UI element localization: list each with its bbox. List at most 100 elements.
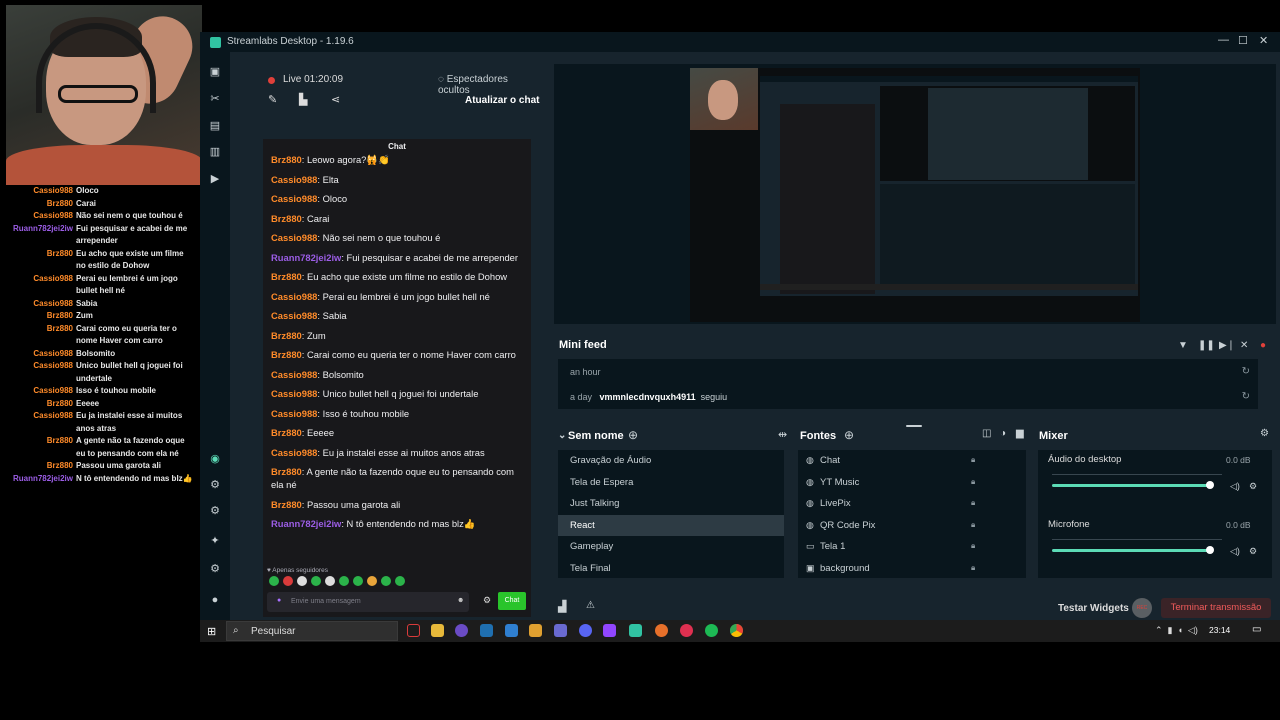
mute-icon[interactable]: ✕: [1240, 340, 1248, 351]
add-source-icon[interactable]: ⊕: [844, 428, 854, 442]
chat-settings-icon[interactable]: ⚙: [483, 595, 491, 606]
channel-settings-icon[interactable]: ⚙: [1249, 546, 1257, 557]
selective-recording-icon[interactable]: ◑: [1000, 428, 1006, 439]
scene-item[interactable]: Tela de Espera: [558, 472, 784, 493]
emote-icon[interactable]: [297, 576, 307, 586]
system-tray[interactable]: ⌃ ▮ ◖ ◁): [1155, 625, 1198, 636]
channel-settings-icon[interactable]: ⚙: [1249, 481, 1257, 492]
chevron-down-icon[interactable]: ⌄: [558, 430, 566, 441]
emote-icon[interactable]: [381, 576, 391, 586]
chat-username[interactable]: Brz880: [271, 349, 302, 360]
emote-icon[interactable]: [395, 576, 405, 586]
record-button[interactable]: REC: [1132, 598, 1152, 618]
source-item[interactable]: ▭ Tela 1 🔒︎: [806, 541, 986, 562]
scene-item[interactable]: Just Talking: [558, 493, 784, 514]
app-icon[interactable]: [680, 624, 693, 637]
emote-icon[interactable]: [367, 576, 377, 586]
emote-icon[interactable]: [283, 576, 293, 586]
theme-icon[interactable]: ◉: [208, 452, 222, 466]
emote-icon[interactable]: [353, 576, 363, 586]
streamlabs-icon[interactable]: [629, 624, 642, 637]
chat-username[interactable]: Brz880: [271, 271, 302, 282]
volume-slider-handle[interactable]: [1205, 546, 1214, 554]
widget-icon[interactable]: ⚙: [208, 504, 222, 518]
edit-icon[interactable]: ✎: [268, 93, 277, 106]
chrome-icon[interactable]: [730, 624, 743, 637]
chat-username[interactable]: Brz880: [271, 466, 302, 477]
notifications-icon[interactable]: ▭: [1252, 624, 1261, 635]
performance-alert-icon[interactable]: ⚠: [586, 600, 595, 611]
source-item[interactable]: ◍ LivePix 🔒︎: [806, 498, 986, 519]
volume-slider-handle[interactable]: [1205, 481, 1214, 489]
taskbar-clock[interactable]: 23:14: [1209, 625, 1230, 635]
plugin-icon[interactable]: ⚙: [208, 478, 222, 492]
chat-username[interactable]: Cassio988: [271, 388, 317, 399]
chat-username[interactable]: Cassio988: [271, 291, 317, 302]
app-icon[interactable]: [407, 624, 420, 637]
emote-icon[interactable]: [325, 576, 335, 586]
chat-username[interactable]: Cassio988: [271, 369, 317, 380]
chat-username[interactable]: Cassio988: [271, 174, 317, 185]
steam-icon[interactable]: [480, 624, 493, 637]
emote-icon[interactable]: [311, 576, 321, 586]
scene-item[interactable]: Gameplay: [558, 536, 784, 557]
mixer-settings-icon[interactable]: ⚙: [1260, 428, 1269, 439]
windows-start-icon[interactable]: ⊞: [207, 625, 216, 638]
stats-icon[interactable]: ▟: [558, 600, 566, 613]
scene-transition-icon[interactable]: ⇹: [778, 428, 787, 441]
scene-collection-title[interactable]: Sem nome: [568, 430, 624, 442]
chat-username[interactable]: Brz880: [271, 330, 302, 341]
close-button[interactable]: ✕: [1259, 34, 1268, 47]
test-widgets-button[interactable]: Testar Widgets: [1058, 603, 1129, 614]
window-icon[interactable]: ▣: [208, 65, 222, 79]
account-icon[interactable]: ●: [208, 593, 222, 607]
emote-icon[interactable]: [269, 576, 279, 586]
lock-icon[interactable]: 🔒︎: [971, 477, 975, 487]
app-icon[interactable]: [505, 624, 518, 637]
refresh-chat-button[interactable]: Atualizar o chat: [465, 95, 539, 106]
twitch-icon[interactable]: [603, 624, 616, 637]
stream-preview[interactable]: [554, 64, 1276, 324]
share-icon[interactable]: ⋖: [331, 93, 340, 106]
film-icon[interactable]: ▙: [299, 93, 307, 106]
filter-icon[interactable]: ▼: [1178, 340, 1188, 351]
emote-picker-icon[interactable]: ☻: [457, 597, 464, 604]
scene-item[interactable]: React: [558, 514, 784, 536]
file-explorer-icon[interactable]: [431, 624, 444, 637]
speaker-icon[interactable]: ◁): [1230, 481, 1240, 492]
app-icon[interactable]: [455, 624, 468, 637]
chat-username[interactable]: Brz880: [271, 154, 302, 165]
firefox-icon[interactable]: [655, 624, 668, 637]
chat-username[interactable]: Ruann782jei2iw: [271, 252, 341, 263]
chat-username[interactable]: Cassio988: [271, 447, 317, 458]
source-item[interactable]: ▣ background 🔒︎: [806, 563, 986, 584]
add-scene-icon[interactable]: ⊕: [628, 428, 638, 442]
spotify-icon[interactable]: [705, 624, 718, 637]
chat-username[interactable]: Cassio988: [271, 232, 317, 243]
volume-slider[interactable]: [1052, 484, 1210, 487]
magic-icon[interactable]: ✦: [208, 534, 222, 548]
volume-slider[interactable]: [1052, 549, 1210, 552]
play-icon[interactable]: ▶: [208, 172, 222, 186]
folder-icon[interactable]: ▆: [1016, 428, 1024, 439]
chat-username[interactable]: Brz880: [271, 213, 302, 224]
scene-item[interactable]: Gravação de Áudio: [558, 450, 784, 471]
lock-icon[interactable]: 🔒︎: [971, 520, 975, 530]
chat-username[interactable]: Cassio988: [271, 408, 317, 419]
lock-icon[interactable]: 🔒︎: [971, 455, 975, 465]
chat-username[interactable]: Ruann782jei2iw: [271, 518, 341, 529]
scene-item[interactable]: Tela Final: [558, 558, 784, 579]
source-item[interactable]: ◍ YT Music 🔒︎: [806, 477, 986, 498]
discord-icon[interactable]: [579, 624, 592, 637]
lock-icon[interactable]: 🔒︎: [971, 541, 975, 551]
pause-icon[interactable]: ❚❚: [1198, 340, 1215, 351]
speaker-icon[interactable]: ◁): [1230, 546, 1240, 557]
chat-input[interactable]: ● Envie uma mensagem ☻: [267, 592, 469, 612]
maximize-button[interactable]: ☐: [1238, 34, 1248, 47]
emote-icon[interactable]: [339, 576, 349, 586]
lock-icon[interactable]: 🔒︎: [971, 498, 975, 508]
store-icon[interactable]: ▤: [208, 119, 222, 133]
alert-off-icon[interactable]: ●: [1260, 340, 1266, 351]
layout-icon[interactable]: ▥: [208, 145, 222, 159]
repeat-alert-icon[interactable]: ↻: [1242, 391, 1250, 402]
